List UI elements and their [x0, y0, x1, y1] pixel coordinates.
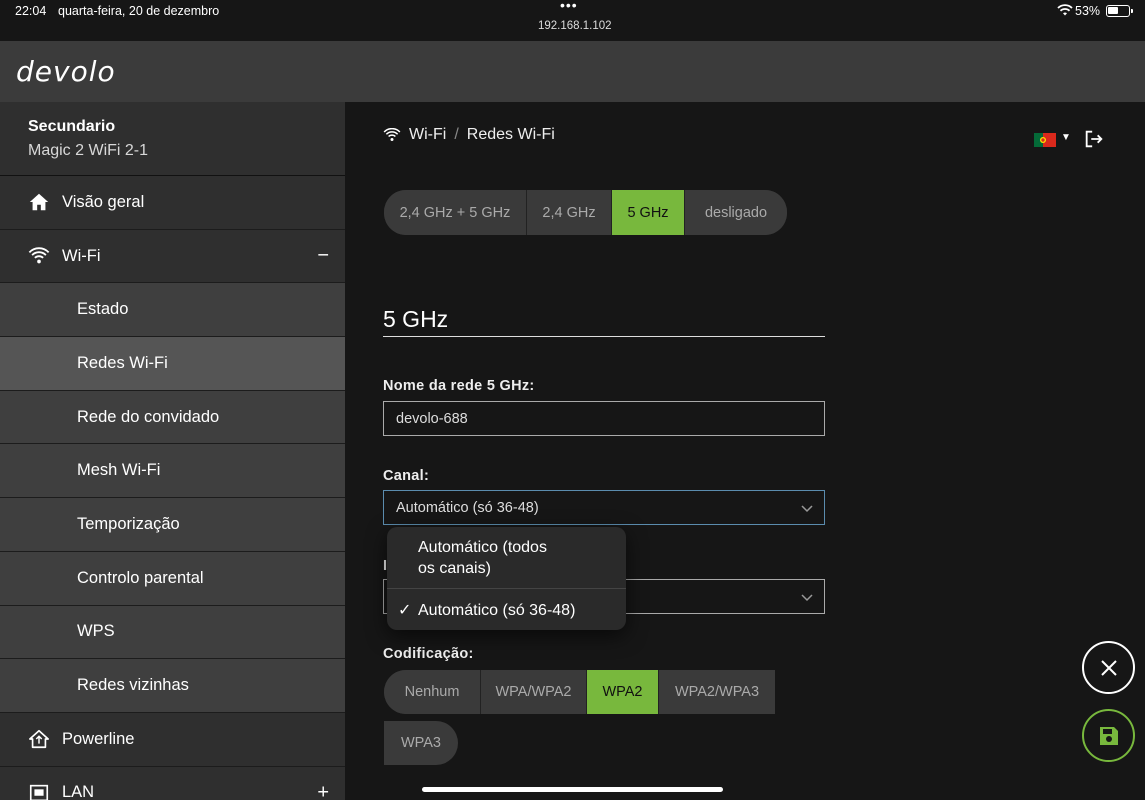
more-dots-icon[interactable]: ••• — [560, 0, 578, 13]
save-disk-icon — [1099, 726, 1118, 745]
ssid-label: Nome da rede 5 GHz: — [383, 378, 535, 394]
band-option-24ghz[interactable]: 2,4 GHz — [527, 190, 612, 235]
sidebar-item-label: Redes vizinhas — [77, 676, 189, 695]
sidebar-item-lan[interactable]: LAN + — [0, 766, 345, 800]
expand-icon[interactable]: + — [317, 781, 329, 800]
breadcrumb-section[interactable]: Wi-Fi — [409, 126, 446, 144]
sidebar-item-label: Visão geral — [62, 192, 145, 211]
dropdown-option-36-48[interactable]: Automático (só 36-48) — [387, 600, 626, 621]
battery-icon — [1106, 5, 1130, 17]
sidebar-item-label: Estado — [77, 300, 129, 319]
logout-icon[interactable] — [1083, 128, 1105, 150]
encoding-option-wpa2[interactable]: WPA2 — [587, 670, 659, 714]
sidebar-item-label: Powerline — [62, 729, 135, 748]
encoding-selector: Nenhum WPA/WPA2 WPA2 WPA2/WPA3 — [384, 670, 775, 714]
section-title: 5 GHz — [383, 306, 449, 332]
main-content: Wi-Fi / Redes Wi-Fi ▼ 2,4 GHz + 5 GHz 2,… — [345, 102, 1145, 800]
sidebar-item-label: Controlo parental — [77, 568, 204, 587]
band-selector: 2,4 GHz + 5 GHz 2,4 GHz 5 GHz desligado — [384, 190, 787, 235]
chevron-down-icon — [801, 593, 813, 601]
sidebar-item-parental-control[interactable]: Controlo parental — [0, 551, 345, 606]
sidebar-item-schedule[interactable]: Temporização — [0, 498, 345, 552]
dropdown-divider — [387, 588, 626, 589]
lan-port-icon — [29, 784, 49, 800]
ios-status-bar: 22:04 quarta-feira, 20 de dezembro ••• 1… — [0, 0, 1145, 41]
sidebar-item-powerline[interactable]: Powerline — [0, 712, 345, 767]
status-date: quarta-feira, 20 de dezembro — [58, 4, 220, 18]
sidebar-item-wifi[interactable]: Wi-Fi − — [0, 229, 345, 284]
section-divider — [383, 336, 825, 337]
encoding-option-wpa-wpa2[interactable]: WPA/WPA2 — [481, 670, 587, 714]
encoding-option-wpa2-wpa3[interactable]: WPA2/WPA3 — [659, 670, 775, 714]
sidebar-item-label: LAN — [62, 783, 95, 800]
portugal-flag-icon[interactable] — [1034, 133, 1056, 147]
powerline-house-icon — [29, 730, 49, 749]
battery-percent: 53% — [1075, 4, 1101, 18]
channel-value: Automático (só 36-48) — [396, 499, 539, 516]
encoding-option-none[interactable]: Nenhum — [384, 670, 481, 714]
address-url[interactable]: 192.168.1.102 — [538, 20, 612, 32]
sidebar-item-label: Temporização — [77, 514, 180, 533]
dropdown-option-line: os canais) — [418, 560, 491, 577]
cancel-button[interactable] — [1082, 641, 1135, 694]
device-info: Secundario Magic 2 WiFi 2-1 — [0, 102, 345, 176]
home-indicator[interactable] — [422, 787, 723, 792]
device-model: Magic 2 WiFi 2-1 — [28, 142, 149, 159]
sidebar-item-redes-wifi[interactable]: Redes Wi-Fi — [0, 337, 345, 391]
status-time: 22:04 — [15, 4, 47, 18]
channel-select[interactable]: Automático (só 36-48) — [383, 490, 825, 525]
devolo-logo[interactable]: devolo — [16, 55, 116, 88]
sidebar-item-label: Wi-Fi — [62, 246, 101, 265]
band-option-5ghz[interactable]: 5 GHz — [612, 190, 685, 235]
sidebar-item-mesh-wifi[interactable]: Mesh Wi-Fi — [0, 444, 345, 499]
battery-cap — [1131, 9, 1133, 13]
close-icon — [1100, 659, 1117, 676]
breadcrumb-separator: / — [454, 126, 459, 143]
collapse-icon[interactable]: − — [317, 245, 329, 268]
sidebar-item-label: WPS — [77, 622, 115, 641]
sidebar-item-label: Rede do convidado — [77, 407, 220, 426]
band-option-off[interactable]: desligado — [685, 190, 787, 235]
wifi-icon — [28, 247, 50, 264]
wifi-icon — [383, 128, 401, 141]
sidebar: Secundario Magic 2 WiFi 2-1 Visão geral … — [0, 102, 345, 800]
channel-dropdown-menu: Automático (todos os canais) ✓ Automátic… — [387, 527, 626, 630]
app-header: devolo — [0, 41, 1145, 102]
dropdown-option-all-channels[interactable]: Automático (todos os canais) — [387, 537, 626, 579]
home-icon — [29, 194, 49, 211]
sidebar-item-label: Redes Wi-Fi — [77, 353, 168, 372]
device-name: Secundario — [28, 118, 116, 135]
chevron-down-icon — [801, 504, 813, 512]
breadcrumb-page: Redes Wi-Fi — [466, 126, 555, 143]
wifi-status-icon — [1057, 4, 1073, 16]
sidebar-item-guest-network[interactable]: Rede do convidado — [0, 390, 345, 445]
encoding-option-wpa3[interactable]: WPA3 — [384, 721, 458, 765]
ssid-input[interactable]: devolo-688 — [383, 401, 825, 436]
sidebar-item-wps[interactable]: WPS — [0, 605, 345, 660]
breadcrumb: Wi-Fi / Redes Wi-Fi — [383, 126, 555, 144]
sidebar-item-neighbor-networks[interactable]: Redes vizinhas — [0, 659, 345, 713]
sidebar-item-label: Mesh Wi-Fi — [77, 461, 161, 480]
encoding-label: Codificação: — [383, 646, 474, 662]
save-button[interactable] — [1082, 709, 1135, 762]
sidebar-item-overview[interactable]: Visão geral — [0, 176, 345, 230]
encoding-selector-row2: WPA3 — [384, 721, 458, 765]
ssid-value: devolo-688 — [396, 410, 468, 427]
dropdown-option-line: Automático (todos — [418, 539, 547, 556]
band-option-dual[interactable]: 2,4 GHz + 5 GHz — [384, 190, 527, 235]
language-caret-icon[interactable]: ▼ — [1061, 132, 1071, 143]
sidebar-item-estado[interactable]: Estado — [0, 283, 345, 338]
channel-label: Canal: — [383, 468, 430, 484]
